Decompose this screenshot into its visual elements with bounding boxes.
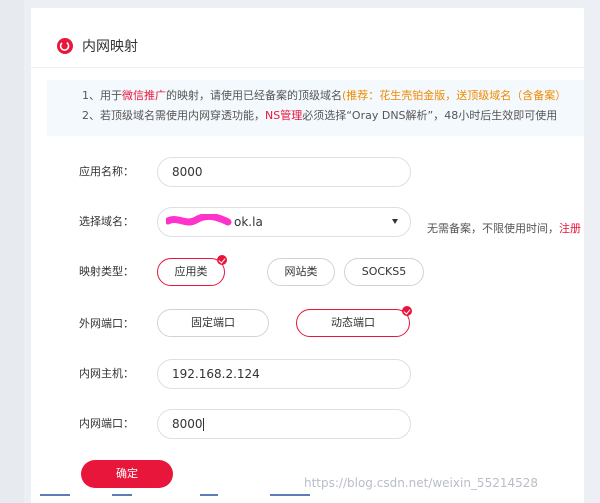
redaction-scribble [166,214,232,226]
register-link[interactable]: 注册 [559,222,581,235]
domain-label: 选择域名： [79,215,134,228]
mapping-type-label: 映射类型： [79,265,134,278]
taskbar-segment [40,494,70,496]
app-name-label: 应用名称： [79,165,134,178]
taskbar-segment [112,494,132,496]
option-label: 动态端口 [331,316,375,329]
internal-port-input[interactable]: 8000 [157,409,411,439]
taskbar-segment [270,494,310,496]
notice-text: 2、若顶级域名需使用内网穿透功能， [82,109,265,122]
domain-hint: 无需备案，不限使用时间，注册 [427,222,581,236]
option-website[interactable]: 网站类 [267,258,335,286]
domain-value: ok.la [234,215,263,229]
sidebar-edge [0,0,24,503]
ns-manage-link[interactable]: NS管理 [265,109,302,122]
option-socks5[interactable]: SOCKS5 [344,258,424,286]
text-cursor [202,418,204,431]
confirm-button[interactable]: 确定 [81,460,173,488]
option-label: SOCKS5 [361,265,407,278]
option-app[interactable]: 应用类 [157,255,227,286]
notice-text: 的映射，请使用已经备案的顶级域名 [166,89,342,102]
check-icon [217,255,227,265]
domain-select[interactable]: ok.la [157,207,411,237]
wechat-promo-text: 微信推广 [122,89,166,102]
hint-text: 无需备案，不限使用时间， [427,222,559,235]
internal-port-label: 内网端口： [79,417,134,430]
internal-host-value: 192.168.2.124 [172,367,260,381]
page-title: 内网映射 [82,39,138,55]
logo-icon [57,38,73,54]
internal-port-value: 8000 [172,417,203,431]
card-header: 内网映射 [31,8,584,68]
app-name-value: 8000 [172,165,203,179]
watermark: https://blog.csdn.net/weixin_55214528 [304,476,539,490]
notice-line-2: 2、若顶级域名需使用内网穿透功能，NS管理必须选择“Oray DNS解析”，48… [82,109,557,123]
option-label: 固定端口 [191,316,235,329]
check-icon [402,306,412,316]
taskbar-segment [200,494,218,496]
chevron-down-icon [392,219,398,224]
mapping-card: 内网映射 1、用于微信推广的映射，请使用已经备案的顶级域名(推荐：花生壳铂金版，… [31,8,584,503]
internal-host-label: 内网主机： [79,367,134,380]
recommend-text[interactable]: (推荐：花生壳铂金版，送顶级域名（含备案） [342,89,566,102]
option-fixed-port[interactable]: 固定端口 [157,309,269,337]
option-dynamic-port[interactable]: 动态端口 [296,306,412,337]
notice-box: 1、用于微信推广的映射，请使用已经备案的顶级域名(推荐：花生壳铂金版，送顶级域名… [47,80,584,136]
internal-host-input[interactable]: 192.168.2.124 [157,359,411,389]
app-name-input[interactable]: 8000 [157,157,411,187]
external-port-label: 外网端口： [79,317,134,330]
notice-text: 1、用于 [82,89,122,102]
option-label: 应用类 [174,265,208,278]
notice-line-1: 1、用于微信推广的映射，请使用已经备案的顶级域名(推荐：花生壳铂金版，送顶级域名… [82,89,566,103]
option-label: 网站类 [284,265,318,278]
notice-text: 必须选择“Oray DNS解析”，48小时后生效即可使用 [302,109,558,122]
